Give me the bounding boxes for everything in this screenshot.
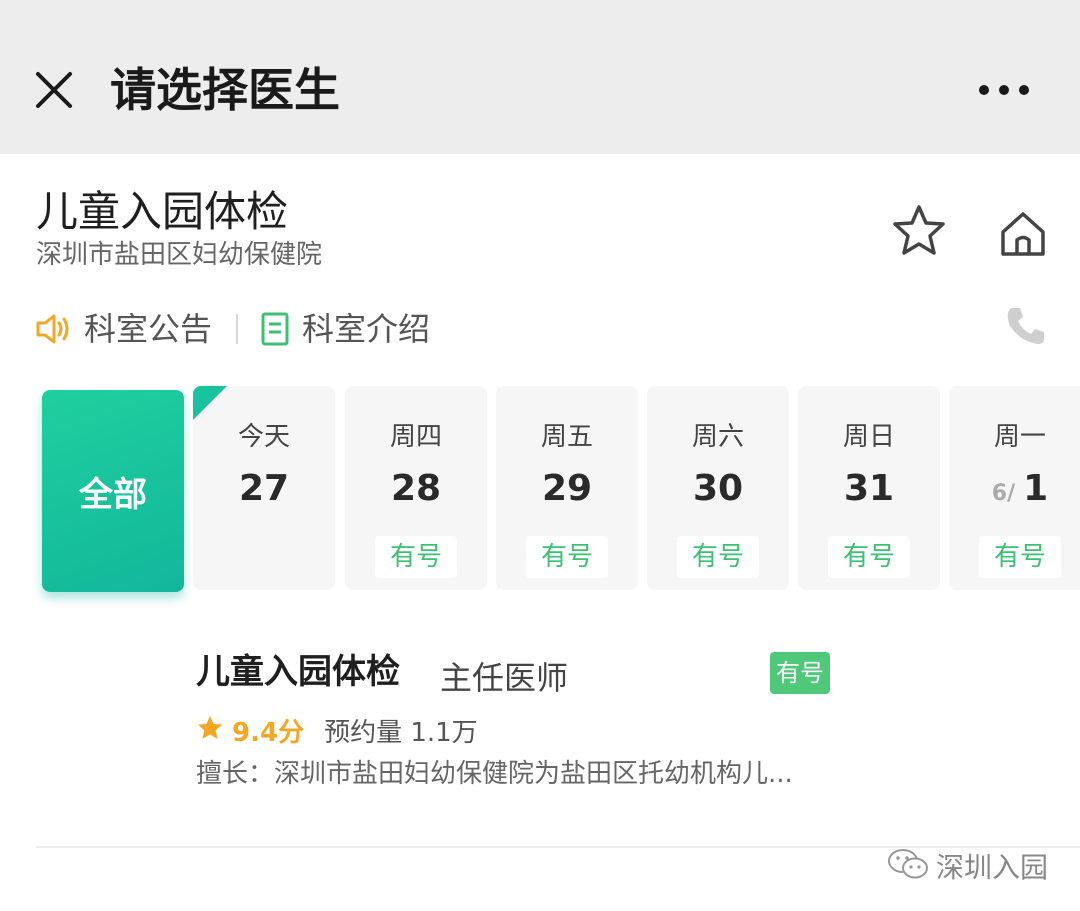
doctor-name[interactable]: 儿童入园体检 [196,650,400,694]
day-weekday: 周四 [389,422,442,452]
date-tab-sun[interactable]: 周日 31 有号 [798,386,940,590]
wechat-logo-icon [886,846,930,886]
day-month-prefix: 6/ [991,481,1016,506]
department-title: 儿童入园体检 [36,187,289,236]
watermark-text: 深圳入园 [936,851,1049,884]
date-tab-sat[interactable]: 周六 30 有号 [647,386,789,590]
more-dots-icon[interactable] [972,78,1036,102]
document-icon [260,311,290,347]
day-weekday: 周一 [993,422,1046,452]
availability-badge: 有号 [979,536,1061,578]
top-bar: 请选择医生 [0,0,1080,154]
date-tab-fri[interactable]: 周五 29 有号 [496,386,638,590]
phone-icon[interactable] [1004,304,1048,348]
all-dates-tab[interactable]: 全部 [42,390,184,592]
day-date: 27 [193,468,335,509]
doctor-availability-badge[interactable]: 有号 [770,652,830,694]
day-date-value: 27 [238,468,290,509]
day-weekday: 周日 [842,422,895,452]
date-selector: 全部 今天 27 周四 28 有号 周五 29 有号 周六 30 有号 周日 3… [0,386,1080,596]
date-tab-today[interactable]: 今天 27 [193,386,335,590]
date-tab-mon[interactable]: 周一 6/1 有号 [949,386,1080,590]
day-date: 31 [798,468,940,509]
day-weekday: 周六 [691,422,744,452]
appointment-volume: 预约量 1.1万 [324,717,478,748]
day-date-value: 29 [541,468,593,509]
announcement-link[interactable]: 科室公告 [34,307,212,351]
department-notice-row: 科室公告 科室介绍 [34,304,430,354]
day-date: 6/1 [949,468,1080,509]
selected-corner-marker [193,386,227,420]
star-outline-icon[interactable] [890,203,948,259]
all-dates-label: 全部 [79,474,147,515]
home-icon[interactable] [996,208,1050,260]
doctor-specialty: 擅长：深圳市盐田妇幼保健院为盐田区托幼机构儿... [196,759,793,789]
day-weekday: 今天 [237,422,290,452]
doctor-rating: 9.4分 [232,717,305,748]
day-date-value: 28 [390,468,442,509]
day-date-value: 30 [692,468,744,509]
day-weekday: 周五 [540,422,593,452]
star-filled-icon [196,714,224,746]
announcement-label: 科室公告 [84,310,213,348]
hospital-name: 深圳市盐田区妇幼保健院 [36,240,323,270]
availability-badge: 有号 [526,536,608,578]
day-date: 29 [496,468,638,509]
watermark: 深圳入园 [886,846,1048,886]
department-intro-label: 科室介绍 [302,310,431,348]
department-intro-link[interactable]: 科室介绍 [260,307,430,351]
speaker-icon [34,310,72,348]
doctor-rating-row: 9.4分 预约量 1.1万 [196,710,478,750]
availability-badge: 有号 [375,536,457,578]
page-title: 请选择医生 [110,63,340,117]
day-date: 28 [345,468,487,509]
notice-divider [236,314,239,344]
day-date-value: 1 [1023,468,1049,509]
availability-badge: 有号 [828,536,910,578]
day-date: 30 [647,468,789,509]
availability-badge: 有号 [677,536,759,578]
doctor-title: 主任医师 [440,659,569,697]
date-tab-thu[interactable]: 周四 28 有号 [345,386,487,590]
day-date-value: 31 [843,468,895,509]
close-icon[interactable] [30,66,78,114]
